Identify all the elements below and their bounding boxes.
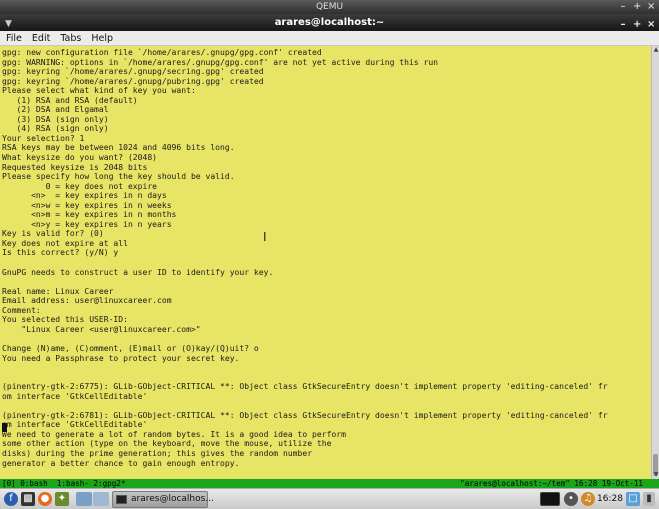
terminal-line: You selected this USER-ID: [2,315,128,325]
terminal-cursor [2,423,7,432]
battery-icon[interactable]: ▮ [643,492,655,506]
terminal-line: (1) RSA and RSA (default) [2,95,138,105]
terminal-line: (2) DSA and Elgamal [2,105,109,115]
terminal-line: Email address: user@linuxcareer.com [2,296,172,306]
terminal-line: Please select what kind of key you want: [2,86,196,96]
show-desktop-icon[interactable]: □ [626,492,640,506]
menu-tabs[interactable]: Tabs [60,31,81,45]
taskbar-clock[interactable]: 16:28 [597,489,623,509]
terminal-line: Key is valid for? (0) [2,229,104,239]
terminal-line: disks) during the prime generation; this… [2,448,313,458]
terminal-line: RSA keys may be between 1024 and 4096 bi… [2,143,235,153]
menu-file[interactable]: File [6,31,22,45]
maximize-icon[interactable]: + [633,0,641,14]
terminal-line: We need to generate a lot of random byte… [2,429,346,439]
terminal-scrollbar[interactable]: ▲ ▼ [651,46,659,479]
scroll-down-icon[interactable]: ▼ [652,471,659,479]
terminal-line: om interface 'GtkCellEditable' [2,420,148,430]
firefox-icon[interactable]: ● [38,492,52,506]
volume-icon[interactable]: ♫ [581,492,595,506]
qemu-window-controls: – + × [619,0,656,14]
mouse-ibeam-cursor: I [263,230,267,244]
terminal-line: generator a better chance to gain enough… [2,458,240,468]
terminal-line: gpg: keyring `/home/arares/.gnupg/pubrin… [2,76,264,86]
terminal-line: gpg: keyring `/home/arares/.gnupg/secrin… [2,67,264,77]
terminal-line: 0 = key does not expire [2,181,158,191]
window-title: arares@localhost:~ [274,17,385,28]
terminal-line: some other action (type on the keyboard,… [2,439,332,449]
terminal-line: Comment: [2,305,41,315]
terminal-line: (pinentry-gtk-2:6781): GLib-GObject-CRIT… [2,410,608,420]
terminal-line: Change (N)ame, (C)omment, (E)mail or (O)… [2,343,259,353]
terminal-icon[interactable]: ▩ [21,492,35,506]
terminal-line: Requested keysize is 2048 bits [2,162,148,172]
terminal-line: You need a Passphrase to protect your se… [2,353,240,363]
taskbar-terminal-task[interactable]: arares@localhos... [112,491,214,508]
terminal-line: (pinentry-gtk-2:6775): GLib-GObject-CRIT… [2,382,608,392]
terminal-line: gpg: WARNING: options in `/home/arares/.… [2,57,439,67]
terminal-output[interactable]: gpg: new configuration file `/home/arare… [0,46,651,479]
applications-icon[interactable]: ✦ [55,492,69,506]
qemu-title: QEMU [315,2,344,12]
terminal-line: Your selection? 1 [2,133,85,143]
network-icon[interactable]: • [564,492,578,506]
terminal-line: "Linux Career <user@linuxcareer.com>" [2,324,201,334]
terminal-line: <n>w = key expires in n weeks [2,200,172,210]
minimize-icon[interactable]: – [619,0,627,14]
terminal-line: <n>y = key expires in n years [2,219,172,229]
taskbar: f ▩ ● ✦ arares@localhos... • ♫ 16:28 □ ▮ [0,488,659,509]
terminal-window-title-bar[interactable]: ▼ arares@localhost:~ – + × [0,14,659,31]
terminal-line: Key does not expire at all [2,238,128,248]
terminal-line: gpg: new configuration file `/home/arare… [2,48,322,57]
qemu-title-bar: QEMU – + × [0,0,659,14]
system-monitor-icon[interactable] [540,492,560,506]
terminal-line: Real name: Linux Career [2,286,114,296]
terminal-line: GnuPG needs to construct a user ID to id… [2,267,274,277]
terminal-line: <n>m = key expires in n months [2,210,177,220]
terminal-line: om interface 'GtkCellEditable' [2,391,148,401]
terminal-line: (4) RSA (sign only) [2,124,109,134]
taskbar-task-label: arares@localhos... [131,494,214,504]
tmux-status-line: [0] 0:bash 1:bash- 2:gpg2* "arares@local… [0,479,659,488]
terminal-line: Please specify how long the key should b… [2,172,235,182]
scroll-up-icon[interactable]: ▲ [652,46,659,54]
terminal-line: Is this correct? (y/N) y [2,248,119,258]
terminal-line: (3) DSA (sign only) [2,114,109,124]
menu-help[interactable]: Help [91,31,113,45]
menu-edit[interactable]: Edit [32,31,50,45]
fedora-icon[interactable]: f [4,492,18,506]
workspace-2-icon[interactable] [93,492,109,506]
tmux-status-right: "arares@localhost:~/tem" 16:28 19-Oct-11 [460,479,643,488]
close-icon[interactable]: × [647,0,655,14]
terminal-line: What keysize do you want? (2048) [2,153,158,163]
menu-bar: File Edit Tabs Help [0,31,659,46]
terminal-line: <n> = key expires in n days [2,191,167,201]
workspace-1-icon[interactable] [76,492,92,506]
tmux-window-list: [0] 0:bash 1:bash- 2:gpg2* [2,479,126,488]
terminal-task-icon [116,495,127,504]
